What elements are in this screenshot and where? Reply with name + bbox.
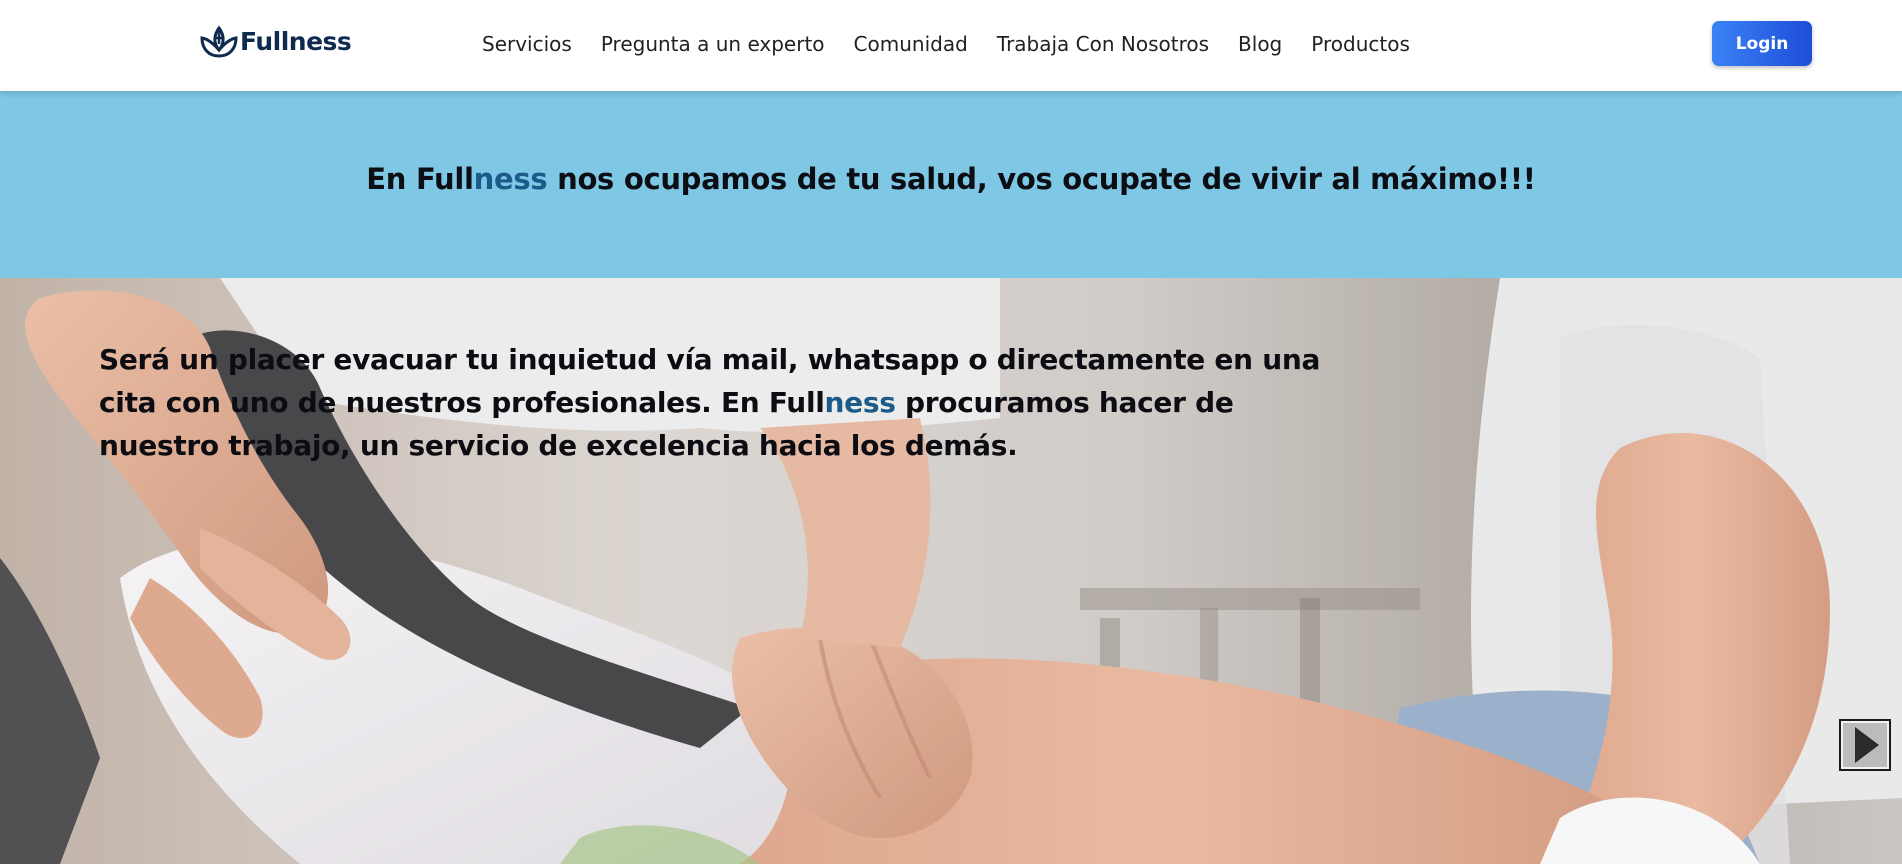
lotus-person-icon (200, 25, 238, 58)
chevron-right-icon (1855, 727, 1879, 763)
login-button[interactable]: Login (1712, 21, 1812, 66)
slogan-suffix: nos ocupamos de tu salud, vos ocupate de… (547, 161, 1536, 196)
slogan-banner: En Fullness nos ocupamos de tu salud, vo… (0, 91, 1902, 278)
main-nav: Servicios Pregunta a un experto Comunida… (482, 31, 1439, 57)
carousel-next-button[interactable] (1839, 719, 1891, 771)
nav-item-productos[interactable]: Productos (1311, 31, 1410, 57)
brand-name: Fullness (240, 26, 352, 56)
brand-logo[interactable]: Fullness (198, 22, 352, 60)
slogan-accent: ness (473, 161, 548, 196)
hero-description: Será un placer evacuar tu inquietud vía … (99, 338, 1359, 467)
nav-item-servicios[interactable]: Servicios (482, 31, 572, 57)
nav-item-comunidad[interactable]: Comunidad (854, 31, 968, 57)
slogan-prefix: En Full (366, 161, 474, 196)
nav-item-pregunta-experto[interactable]: Pregunta a un experto (601, 31, 825, 57)
nav-item-trabaja-con-nosotros[interactable]: Trabaja Con Nosotros (997, 31, 1209, 57)
hero-section: Será un placer evacuar tu inquietud vía … (0, 278, 1902, 864)
nav-item-blog[interactable]: Blog (1238, 31, 1282, 57)
site-header: Fullness Servicios Pregunta a un experto… (0, 0, 1902, 91)
hero-text-accent: ness (824, 386, 896, 419)
slogan-heading: En Fullness nos ocupamos de tu salud, vo… (366, 161, 1536, 196)
